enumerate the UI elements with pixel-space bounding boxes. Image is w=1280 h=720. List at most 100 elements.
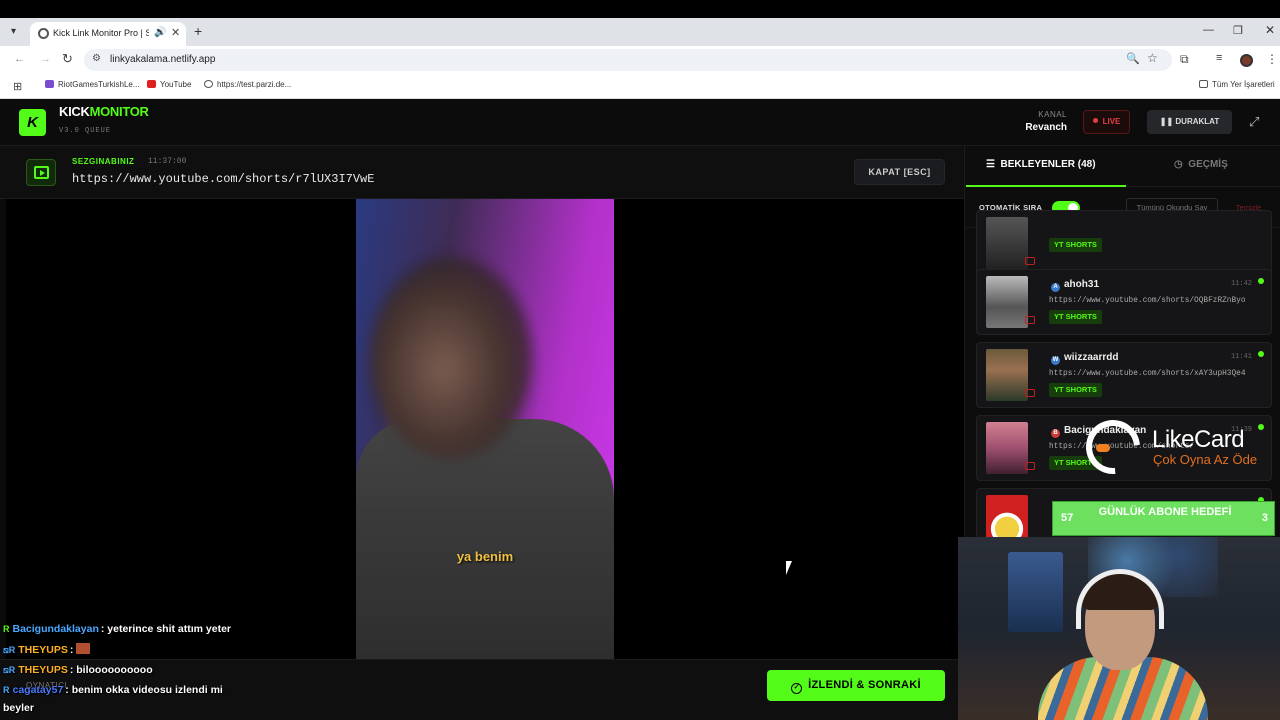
youtube-icon xyxy=(1025,389,1035,397)
more-menu-icon[interactable]: ⋮ xyxy=(1266,52,1278,66)
reload-icon[interactable]: ↻ xyxy=(62,51,73,67)
item-user: Aahoh31 xyxy=(1051,279,1099,292)
chat-message: beyler xyxy=(3,702,34,714)
video-player[interactable]: ya benim xyxy=(356,199,614,659)
app-header: K KICKMONITOR V3.0 QUEUE KANAL Revanch L… xyxy=(0,99,1280,146)
current-time: 11:37:00 xyxy=(148,157,187,166)
close-tab-icon[interactable]: ✕ xyxy=(171,26,180,39)
brand-title: KICKMONITOR xyxy=(59,104,149,119)
chat-badge-icon: R xyxy=(3,685,10,695)
tab-history[interactable]: ◷ GEÇMİŞ xyxy=(1126,146,1280,187)
chat-badge-icon: R xyxy=(3,624,10,634)
all-bookmarks[interactable]: Tüm Yer İşaretleri xyxy=(1199,80,1275,89)
pause-button[interactable]: ❚❚ DURAKLAT xyxy=(1147,110,1232,134)
extensions-icon[interactable]: ⧉ xyxy=(1180,52,1189,67)
emote-icon xyxy=(76,643,91,654)
clock-icon: ◷ xyxy=(1174,159,1189,170)
minimize-icon[interactable]: — xyxy=(1203,24,1214,36)
speaker-icon[interactable]: 🔊 xyxy=(154,27,166,38)
tab-title: Kick Link Monitor Pro | Stre xyxy=(53,28,149,38)
folder-icon xyxy=(1199,80,1208,88)
queue-item[interactable]: Aahoh31 11:42 https://www.youtube.com/sh… xyxy=(976,269,1272,335)
version-label: V3.0 QUEUE xyxy=(59,127,112,135)
chat-message: R Bacigundaklayan: yeterince shit attım y… xyxy=(3,623,232,635)
video-face xyxy=(371,259,531,459)
address-bar: ← → ↻ ⚙ linkyakalama.netlify.app 🔍 ☆ ⧉ ≡… xyxy=(0,46,1280,74)
live-button[interactable]: LIVE xyxy=(1083,110,1130,134)
item-thumbnail xyxy=(986,217,1028,269)
bookmark-test-parzi[interactable]: https://test.parzi.de... xyxy=(204,80,291,89)
browser-tab-bar: ▾ Kick Link Monitor Pro | Stre 🔊 ✕ + — ❐… xyxy=(0,18,1280,46)
likecard-ring-icon xyxy=(1074,408,1152,486)
new-tab-icon[interactable]: + xyxy=(194,23,202,39)
video-play-icon xyxy=(26,159,56,186)
zoom-icon[interactable]: 🔍 xyxy=(1126,52,1140,65)
bookmark-star-icon[interactable]: ☆ xyxy=(1147,51,1158,65)
item-tag: YT SHORTS xyxy=(1049,238,1102,252)
globe-icon xyxy=(38,28,49,39)
item-thumbnail xyxy=(986,349,1028,401)
item-tag: YT SHORTS xyxy=(1049,310,1102,324)
video-caption: ya benim xyxy=(456,549,514,564)
window-close-icon[interactable]: ✕ xyxy=(1265,23,1275,37)
bookmarks-bar: ⊞ RiotGamesTurkishLe... YouTube https://… xyxy=(0,74,1280,99)
mouse-cursor xyxy=(786,561,798,575)
restore-icon[interactable]: ❐ xyxy=(1233,24,1243,37)
youtube-icon xyxy=(1025,316,1035,324)
screen: ▾ Kick Link Monitor Pro | Stre 🔊 ✕ + — ❐… xyxy=(0,0,1280,720)
queue-item[interactable]: Wwiizzaarrdd 11:41 https://www.youtube.c… xyxy=(976,342,1272,408)
item-thumbnail xyxy=(986,422,1028,474)
item-url: https://www.youtube.com/shorts/OQBFzRZnB… xyxy=(1049,297,1246,305)
globe-icon xyxy=(204,80,213,88)
item-time: 11:42 xyxy=(1230,280,1252,288)
live-dot-icon xyxy=(1092,118,1098,123)
close-button[interactable]: KAPAT [ESC] xyxy=(854,159,945,185)
channel-label: KANAL xyxy=(1038,110,1067,119)
item-user: Wwiizzaarrdd xyxy=(1051,352,1119,365)
subscriber-goal-widget: 57 GÜNLÜK ABONE HEDEFİ 3 xyxy=(1052,501,1275,536)
online-dot-icon xyxy=(1258,278,1264,284)
chat-message: Rcagatay57: benim okka videosu izlendi m… xyxy=(3,684,223,696)
back-icon[interactable]: ← xyxy=(14,53,25,65)
current-user: SEZGINABINIZ xyxy=(72,157,135,166)
youtube-icon xyxy=(1025,257,1035,265)
item-url: https://www.youtube.com/shorts/xAY3upH3Q… xyxy=(1049,370,1246,378)
chat-badge-icon: ⧅R xyxy=(3,645,16,655)
channel-name: Revanch xyxy=(1025,122,1067,133)
pause-icon: ❚❚ xyxy=(1159,117,1176,126)
item-time: 11:41 xyxy=(1230,353,1252,361)
online-dot-icon xyxy=(1258,351,1264,357)
video-body xyxy=(356,419,614,659)
list-icon: ☰ xyxy=(986,159,1001,170)
riot-icon xyxy=(45,80,54,88)
kick-logo-icon: K xyxy=(19,109,46,136)
forward-icon[interactable]: → xyxy=(40,53,51,65)
youtube-icon xyxy=(1025,462,1035,470)
watched-next-button[interactable]: ✓ İZLENDİ & SONRAKİ xyxy=(767,670,945,701)
tab-search-icon[interactable]: ▾ xyxy=(11,26,16,37)
webcam-feed xyxy=(958,537,1280,720)
chat-message: ⧅R THEYUPS: biloooooooooo xyxy=(3,664,153,676)
apps-grid-icon[interactable]: ⊞ xyxy=(13,80,22,93)
likecard-logo: LikeCard Çok Oyna Az Öde xyxy=(1074,408,1272,486)
url-text[interactable]: linkyakalama.netlify.app xyxy=(110,54,215,65)
item-thumbnail xyxy=(986,276,1028,328)
current-url[interactable]: https://www.youtube.com/shorts/r7lUX3I7V… xyxy=(72,172,374,186)
browser-tab[interactable]: Kick Link Monitor Pro | Stre 🔊 ✕ xyxy=(30,22,186,46)
omnibox[interactable]: ⚙ linkyakalama.netlify.app 🔍 ☆ xyxy=(84,49,1172,71)
chat-badge-icon: ⧅R xyxy=(3,665,16,675)
check-circle-icon: ✓ xyxy=(791,683,803,694)
bookmark-riot[interactable]: RiotGamesTurkishLe... xyxy=(45,80,140,89)
chat-message: ⧅R THEYUPS: xyxy=(3,643,91,656)
queue-item[interactable]: YT SHORTS xyxy=(976,210,1272,276)
site-info-icon[interactable]: ⚙ xyxy=(92,53,101,64)
top-strip xyxy=(0,0,1280,18)
current-link-bar: SEZGINABINIZ 11:37:00 https://www.youtub… xyxy=(0,146,964,199)
tab-waiting[interactable]: ☰ BEKLEYENLER (48) xyxy=(966,146,1126,187)
youtube-icon xyxy=(147,80,156,88)
profile-avatar[interactable] xyxy=(1240,54,1253,67)
bookmark-youtube[interactable]: YouTube xyxy=(147,80,191,89)
expand-icon[interactable]: ⤢ xyxy=(1249,114,1259,130)
media-control-icon[interactable]: ≡ xyxy=(1216,52,1222,64)
item-tag: YT SHORTS xyxy=(1049,383,1102,397)
